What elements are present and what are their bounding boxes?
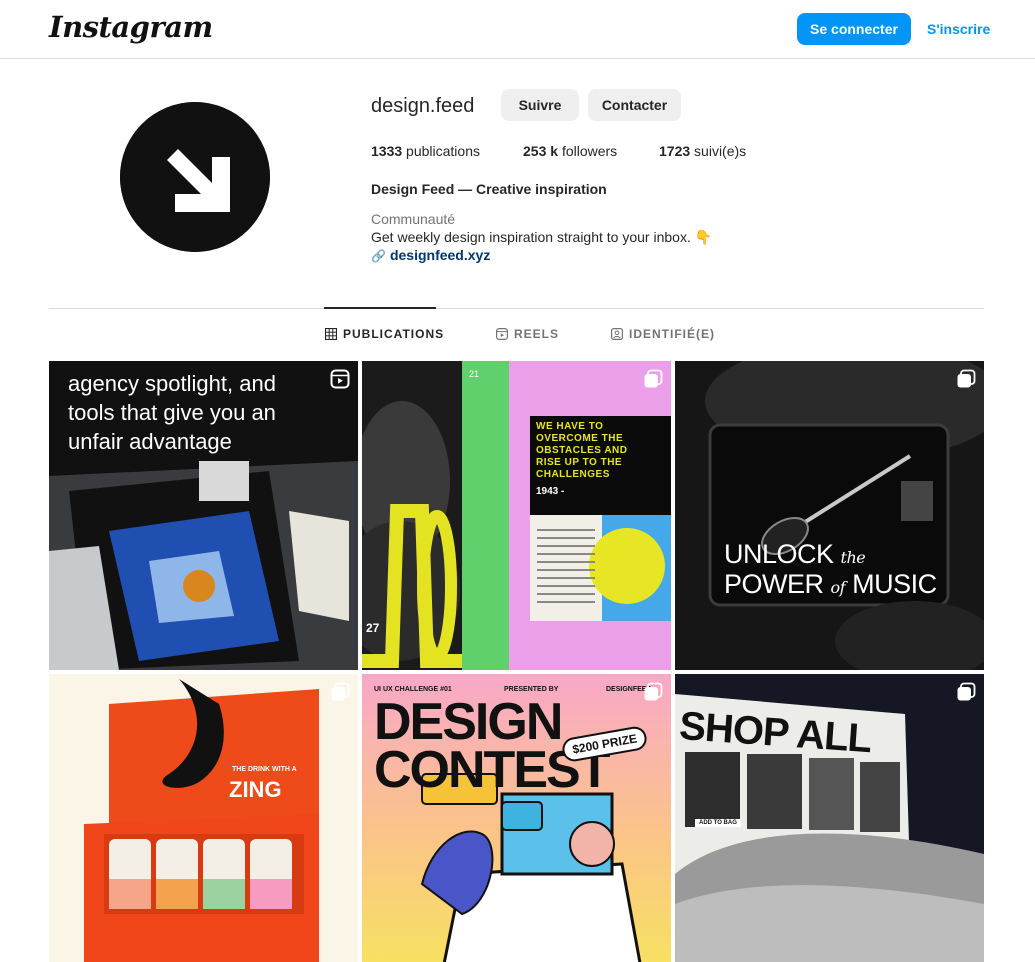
profile-full-name: Design Feed — Creative inspiration [371,181,607,197]
tabs-divider [49,308,984,309]
post-image [675,361,984,670]
post-headline-word: the [840,548,866,567]
post-image [49,674,358,962]
profile-website-text: designfeed.xyz [389,247,491,263]
post-tile[interactable]: THE DRINK WITH A ZING [49,674,358,962]
login-button[interactable]: Se connecter [797,13,911,45]
post-tile[interactable]: SHOP ALL ADD TO BAG [675,674,984,962]
post-headline: UNLOCK the POWER of MUSIC [724,541,937,601]
post-headline-line: WE HAVE TO [536,421,604,432]
instagram-logo[interactable]: Instagram [49,10,213,44]
post-headline-line: OVERCOME THE [536,433,624,444]
post-year: 1943 - [536,486,565,497]
page-number-top: 21 [469,369,480,379]
profile-website-link[interactable]: 🔗 designfeed.xyz [371,247,490,263]
page-number-bottom: 27 [366,621,380,635]
tab-publications-label: PUBLICATIONS [343,327,445,341]
tab-tagged[interactable]: IDENTIFIÉ(E) [611,327,715,341]
carousel-icon [644,369,663,388]
post-tile[interactable]: 21 27 WE HAVE TO OVERCOME THE OBSTACLES … [362,361,671,670]
tab-reels-label: REELS [514,327,560,341]
carousel-icon [957,682,976,701]
tab-publications[interactable]: PUBLICATIONS [325,327,444,341]
carousel-icon [331,682,350,701]
profile-category: Communauté [371,211,456,227]
signup-link[interactable]: S'inscrire [927,21,990,37]
post-tile[interactable]: UI UX CHALLENGE #01 PRESENTED BY DESIGNF… [362,674,671,962]
post-headline: WE HAVE TO OVERCOME THE OBSTACLES AND RI… [536,421,628,481]
contact-button[interactable]: Contacter [588,89,681,121]
following-count[interactable]: 1723 suivi(e)s [659,143,746,159]
post-caption-line: unfair advantage [68,429,232,454]
carousel-icon [644,682,663,701]
post-headline-word: UNLOCK [724,539,834,569]
post-headline-word: MUSIC [852,569,937,599]
post-tile[interactable]: UNLOCK the POWER of MUSIC [675,361,984,670]
post-brand: ZING [229,777,282,802]
top-navigation-bar: Instagram Se connecter S'inscrire [0,0,1035,59]
link-icon: 🔗 [371,249,386,263]
active-tab-indicator [324,307,436,309]
arrow-down-right-icon [120,102,270,252]
profile-username: design.feed [371,95,475,117]
post-headline-line: OBSTACLES AND [536,445,628,456]
follow-button[interactable]: Suivre [501,89,579,121]
post-label-left: UI UX CHALLENGE #01 [374,686,452,693]
reel-icon [330,369,350,389]
post-headline-word: of [830,578,846,597]
profile-avatar[interactable] [120,102,270,252]
tagged-icon [611,328,623,340]
post-image [362,361,671,670]
post-tile[interactable]: agency spotlight, and tools that give yo… [49,361,358,670]
post-label-mid: PRESENTED BY [504,686,559,693]
profile-bio: Get weekly design inspiration straight t… [371,229,713,245]
posts-count: 1333 publications [371,143,480,159]
post-caption: agency spotlight, and tools that give yo… [68,369,276,456]
carousel-icon [957,369,976,388]
post-caption-line: tools that give you an [68,400,276,425]
post-tagline: THE DRINK WITH A [232,766,297,773]
tab-reels[interactable]: REELS [496,327,559,341]
post-caption-line: agency spotlight, and [68,371,276,396]
add-to-bag-label: ADD TO BAG [695,819,741,827]
post-headline-line: RISE UP TO THE [536,457,623,468]
post-headline-word: POWER [724,569,824,599]
grid-icon [325,328,337,340]
followers-count[interactable]: 253 k followers [523,143,617,159]
post-headline-line: CHALLENGES [536,469,610,480]
reels-icon [496,328,508,340]
tab-tagged-label: IDENTIFIÉ(E) [629,327,715,341]
